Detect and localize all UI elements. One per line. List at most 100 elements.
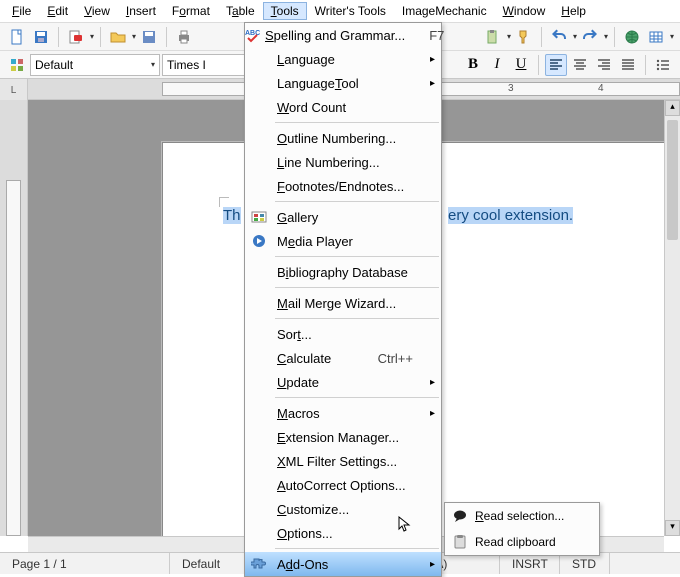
menu-item-customize[interactable]: Customize... [245,497,441,521]
separator [541,27,542,47]
list-bullets-button[interactable] [652,54,674,76]
dropdown-chevron[interactable]: ▾ [604,32,608,41]
menu-item-label: Extension Manager... [273,430,417,445]
print-button[interactable] [173,26,195,48]
menu-item-macros[interactable]: Macros▸ [245,401,441,425]
menu-item-add-ons[interactable]: Add-Ons▸ [245,552,441,576]
menu-format[interactable]: Format [164,2,218,20]
save-button[interactable] [30,26,52,48]
menu-item-footnotes-endnotes[interactable]: Footnotes/Endnotes... [245,174,441,198]
menu-item-spelling-and-grammar[interactable]: ABCSpelling and Grammar...F7 [245,23,441,47]
new-doc-button[interactable] [6,26,28,48]
menu-item-label: Spelling and Grammar... [261,28,405,43]
menu-writer-s-tools[interactable]: Writer's Tools [307,2,394,20]
menu-item-xml-filter-settings[interactable]: XML Filter Settings... [245,449,441,473]
menu-separator [275,287,439,288]
doc-text-fragment-right: ery cool extension. [448,207,573,224]
align-right-button[interactable] [593,54,615,76]
bold-button[interactable]: B [462,54,484,76]
menu-edit[interactable]: Edit [39,2,76,20]
menu-item-label: Word Count [273,100,417,115]
align-justify-button[interactable] [617,54,639,76]
menu-item-autocorrect-options[interactable]: AutoCorrect Options... [245,473,441,497]
menu-imagemechanic[interactable]: ImageMechanic [394,2,495,20]
underline-button[interactable]: U [510,54,532,76]
export-pdf-button[interactable] [65,26,87,48]
menu-item-label: Customize... [273,502,417,517]
status-selection-mode[interactable]: STD [560,553,610,574]
styles-button[interactable] [6,54,28,76]
dropdown-chevron[interactable]: ▾ [670,32,674,41]
dropdown-chevron[interactable]: ▾ [507,32,511,41]
folder-button[interactable] [107,26,129,48]
menu-item-gallery[interactable]: Gallery [245,205,441,229]
submenu-item-read-clipboard[interactable]: Read clipboard [445,529,599,555]
menu-item-label: Bibliography Database [273,265,417,280]
scroll-thumb[interactable] [667,120,678,240]
undo-button[interactable] [548,26,570,48]
menu-file[interactable]: File [4,2,39,20]
ruler-number: 4 [598,83,604,94]
paragraph-style-value: Default [35,58,73,72]
menu-item-calculate[interactable]: CalculateCtrl++ [245,346,441,370]
redo-button[interactable] [579,26,601,48]
scroll-down-button[interactable]: ▾ [665,520,680,536]
menu-insert[interactable]: Insert [118,2,164,20]
menu-item-label: Outline Numbering... [273,131,417,146]
addons-submenu: Read selection...Read clipboard [444,502,600,556]
doc-text-fragment-left: Th [223,207,241,224]
menu-item-outline-numbering[interactable]: Outline Numbering... [245,126,441,150]
separator [58,27,59,47]
separator [100,27,101,47]
menu-item-languagetool[interactable]: LanguageTool ▸ [245,71,441,95]
align-center-button[interactable] [569,54,591,76]
menu-view[interactable]: View [76,2,118,20]
submenu-item-read-selection[interactable]: Read selection... [445,503,599,529]
paste-button[interactable] [482,26,504,48]
menu-item-word-count[interactable]: Word Count [245,95,441,119]
submenu-arrow-icon: ▸ [430,78,435,89]
separator [166,27,167,47]
submenu-arrow-icon: ▸ [430,54,435,65]
menu-item-bibliography-database[interactable]: Bibliography Database [245,260,441,284]
status-insert-mode[interactable]: INSRT [500,553,560,574]
menu-item-accelerator: Ctrl++ [354,351,417,366]
menu-item-label: LanguageTool [273,76,417,91]
dropdown-chevron[interactable]: ▾ [573,32,577,41]
menu-item-label: Calculate [273,351,354,366]
menu-item-line-numbering[interactable]: Line Numbering... [245,150,441,174]
menu-item-label: Add-Ons [273,557,417,572]
submenu-arrow-icon: ▸ [430,377,435,388]
globe-button[interactable] [621,26,643,48]
menu-item-update[interactable]: Update ▸ [245,370,441,394]
menu-table[interactable]: Table [218,2,263,20]
dropdown-chevron[interactable]: ▾ [90,32,94,41]
menu-item-extension-manager[interactable]: Extension Manager... [245,425,441,449]
dropdown-chevron[interactable]: ▾ [132,32,136,41]
menu-window[interactable]: Window [495,2,554,20]
menu-tools[interactable]: Tools [263,2,307,20]
italic-button[interactable]: I [486,54,508,76]
vertical-scrollbar[interactable]: ▴ ▾ [664,100,680,536]
menu-item-media-player[interactable]: Media Player [245,229,441,253]
table-button[interactable] [645,26,667,48]
menu-item-language[interactable]: Language▸ [245,47,441,71]
menu-separator [275,318,439,319]
menu-item-sort[interactable]: Sort... [245,322,441,346]
paragraph-style-select[interactable]: Default ▾ [30,54,160,76]
align-left-button[interactable] [545,54,567,76]
tools-menu: ABCSpelling and Grammar...F7Language▸Lan… [244,22,442,577]
menu-item-options[interactable]: Options... [245,521,441,545]
menu-help[interactable]: Help [553,2,594,20]
scroll-up-button[interactable]: ▴ [665,100,680,116]
menu-separator [275,122,439,123]
menu-item-mail-merge-wizard[interactable]: Mail Merge Wizard... [245,291,441,315]
separator [614,27,615,47]
save-disk-button[interactable] [138,26,160,48]
addon-icon [245,556,273,572]
clone-formatting-button[interactable] [513,26,535,48]
separator [538,55,539,75]
vertical-ruler[interactable] [0,100,28,536]
bubble-icon [445,508,475,524]
menu-item-label: Update [273,375,417,390]
